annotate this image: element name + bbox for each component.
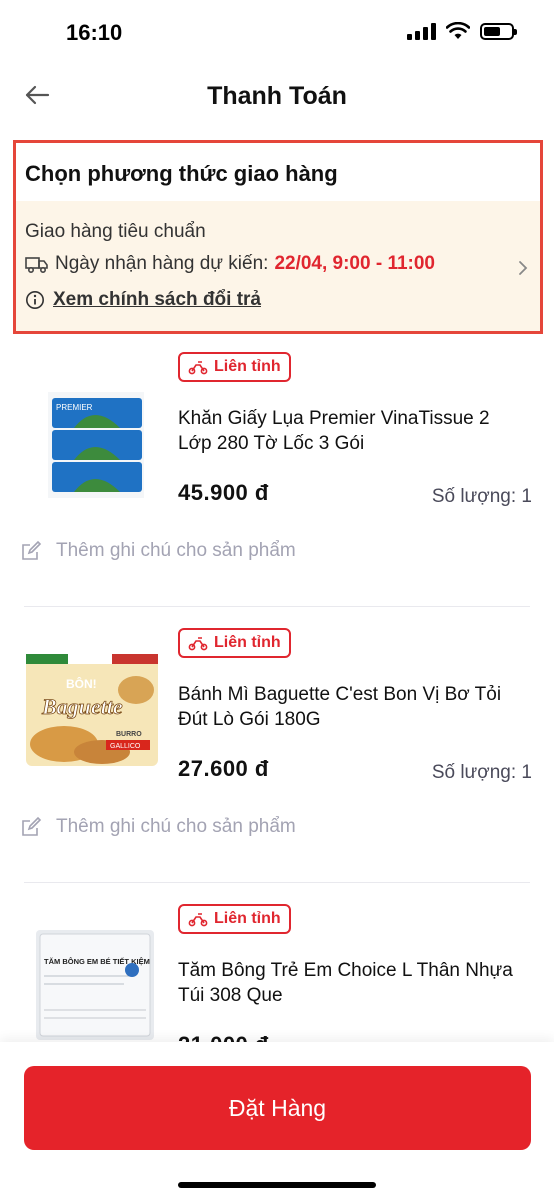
bottom-action-bar: Đặt Hàng [0,1042,554,1200]
edit-note-icon [22,540,42,560]
tissue-label: PREMIER [56,403,93,412]
product-price: 27.600 đ [178,756,269,781]
product-image-tissue: PREMIER [48,392,144,498]
badge-label: Liên tỉnh [214,634,281,651]
place-order-button[interactable]: Đặt Hàng [24,1066,531,1150]
delivery-scooter-icon [188,637,208,651]
product-divider [24,606,530,607]
chevron-right-icon [519,261,528,275]
shipping-zone-badge: Liên tỉnh [178,628,291,658]
shipping-section-title: Chọn phương thức giao hàng [25,161,338,186]
status-bar: 16:10 [0,0,554,64]
wifi-icon [446,22,470,39]
add-note-row[interactable]: Thêm ghi chú cho sản phẩm [20,540,296,562]
edit-note-icon [22,816,42,836]
product-quantity: Số lượng: 1 [431,762,532,783]
product-name: Tăm Bông Trẻ Em Choice L Thân Nhựa Túi 3… [178,960,513,1006]
shipping-method-name: Giao hàng tiêu chuẩn [25,221,206,242]
delivery-date-label: Ngày nhận hàng dự kiến: [55,253,269,274]
product-quantity: Số lượng: 1 [431,486,532,507]
add-note-label: Thêm ghi chú cho sản phẩm [56,540,296,561]
return-policy-row[interactable]: Xem chính sách đổi trả [25,289,261,311]
product-price: 45.900 đ [178,480,269,505]
product-divider [24,882,530,883]
truck-icon [25,257,48,274]
add-note-label: Thêm ghi chú cho sản phẩm [56,816,296,837]
delivery-date-row: Ngày nhận hàng dự kiến: 22/04, 9:00 - 11… [25,253,435,275]
badge-label: Liên tỉnh [214,358,281,375]
info-icon [26,291,44,309]
return-policy-link[interactable]: Xem chính sách đổi trả [53,289,261,311]
product-image-baguette: BÔN! Baguette BURRO GALLICO [26,654,158,766]
header: Thanh Toán [0,64,554,130]
product-image-cotton-swab: TĂM BÔNG EM BÉ TIẾT KIỆM [36,930,154,1040]
product-name: Bánh Mì Baguette C'est Bon Vị Bơ Tỏi Đút… [178,684,502,730]
shipping-option-panel[interactable]: Giao hàng tiêu chuẩn Ngày nhận hàng dự k… [16,201,540,331]
baguette-title: Baguette [41,694,123,719]
baguette-flavor: BURRO [116,731,142,738]
cellular-signal-icon [407,22,436,40]
baguette-subflavor: GALLICO [110,743,141,750]
delivery-date-value: 22/04, 9:00 - 11:00 [274,253,436,274]
shipping-method-section: Chọn phương thức giao hàng Giao hàng tiê… [13,140,543,334]
delivery-scooter-icon [188,361,208,375]
shipping-zone-badge: Liên tỉnh [178,352,291,382]
add-note-row[interactable]: Thêm ghi chú cho sản phẩm [20,816,296,838]
badge-label: Liên tỉnh [214,910,281,927]
product-item: BÔN! Baguette BURRO GALLICO Liên tỉnh Bá… [0,620,554,876]
product-name: Khăn Giấy Lụa Premier VinaTissue 2 Lớp 2… [178,408,490,454]
status-time: 16:10 [66,20,123,45]
home-indicator [178,1182,376,1188]
baguette-brand: BÔN! [66,676,97,691]
page-title: Thanh Toán [207,82,347,110]
shipping-zone-badge: Liên tỉnh [178,904,291,934]
battery-icon [480,22,517,40]
delivery-scooter-icon [188,913,208,927]
product-item: PREMIER Liên tỉnh Khăn Giấy Lụa Premier … [0,344,554,600]
status-icons [407,22,517,40]
